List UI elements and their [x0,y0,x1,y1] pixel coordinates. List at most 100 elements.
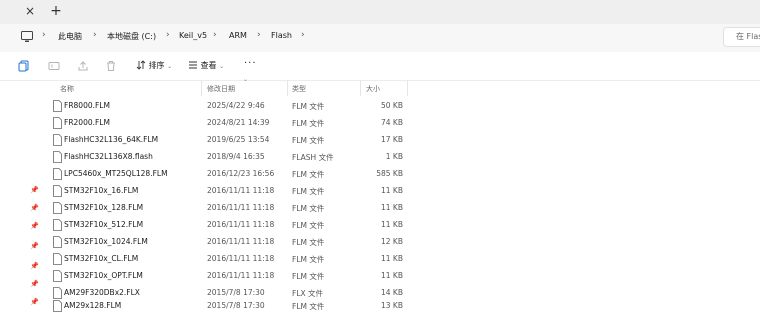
file-size: 11 KB [381,203,403,212]
list-item[interactable]: LPC5460x_MT25QL128.FLM 2016/12/23 16:56 … [0,166,760,183]
file-type: FLASH 文件 [292,153,334,162]
close-icon[interactable]: × [22,3,38,19]
file-size: 74 KB [381,118,403,127]
file-icon [53,100,62,112]
tab-bar: × + [0,0,760,24]
file-size: 17 KB [381,135,403,144]
list-item[interactable]: AM29x128.FLM 2015/7/8 17:30 FLM 文件 13 KB [0,298,760,315]
chevron-right-icon[interactable]: › [257,30,261,40]
column-divider[interactable] [360,80,361,96]
column-header-type[interactable]: 类型 [292,84,306,94]
file-name: STM32F10x_128.FLM [64,203,144,212]
list-item[interactable]: STM32F10x_CL.FLM 2016/11/11 11:18 FLM 文件… [0,251,760,268]
file-type: FLM 文件 [292,170,325,179]
share-icon[interactable] [77,60,89,72]
file-name: STM32F10x_512.FLM [64,220,144,229]
file-name: FlashHC32L136_64K.FLM [64,135,159,144]
file-date: 2016/11/11 11:18 [207,254,275,263]
rename-icon[interactable] [48,60,60,72]
file-size: 12 KB [381,237,403,246]
chevron-right-icon: › [42,30,46,40]
sort-button[interactable]: 排序 ⌄ [136,60,172,73]
sort-label: 排序 [148,61,165,70]
file-name: STM32F10x_1024.FLM [64,237,148,246]
copy-icon[interactable] [18,60,30,72]
column-divider[interactable] [287,80,288,96]
list-item[interactable]: STM32F10x_16.FLM 2016/11/11 11:18 FLM 文件… [0,183,760,200]
column-header-date[interactable]: 修改日期 [207,84,235,94]
chevron-right-icon[interactable]: › [213,30,217,40]
sort-indicator-icon: ⌄ [243,76,249,83]
sort-icon [136,60,146,70]
file-type: FLM 文件 [292,187,325,196]
list-item[interactable]: STM32F10x_128.FLM 2016/11/11 11:18 FLM 文… [0,200,760,217]
file-date: 2015/7/8 17:30 [207,301,265,310]
file-date: 2016/12/23 16:56 [207,169,275,178]
delete-icon[interactable] [105,60,117,72]
column-header-name[interactable]: 名称 [60,84,74,94]
file-icon [53,151,62,163]
chevron-down-icon: ⌄ [219,63,225,70]
file-date: 2016/11/11 11:18 [207,271,275,280]
column-divider[interactable] [407,80,408,96]
file-type: FLM 文件 [292,302,325,311]
column-divider[interactable] [201,80,202,96]
file-type: FLM 文件 [292,238,325,247]
file-name: FR2000.FLM [64,118,110,127]
list-item[interactable]: FR2000.FLM 2024/8/21 14:39 FLM 文件 74 KB [0,115,760,132]
view-icon [189,61,197,69]
file-type: FLM 文件 [292,119,325,128]
file-name: STM32F10x_CL.FLM [64,254,139,263]
file-size: 11 KB [381,186,403,195]
file-size: 13 KB [381,301,403,310]
breadcrumb-keil[interactable]: Keil_v5 [179,31,207,40]
view-label: 查看 [200,61,217,70]
breadcrumb-this-pc[interactable]: 此电脑 [58,31,82,42]
file-name: FlashHC32L136X8.flash [64,152,153,161]
file-size: 11 KB [381,271,403,280]
chevron-down-icon: ⌄ [167,63,173,70]
file-date: 2016/11/11 11:18 [207,237,275,246]
file-date: 2024/8/21 14:39 [207,118,270,127]
list-item[interactable]: STM32F10x_1024.FLM 2016/11/11 11:18 FLM … [0,234,760,251]
list-item[interactable]: FR8000.FLM 2025/4/22 9:46 FLM 文件 50 KB [0,98,760,115]
file-date: 2016/11/11 11:18 [207,186,275,195]
file-name: FR8000.FLM [64,101,110,110]
view-button[interactable]: 查看 ⌄ [188,60,224,73]
file-date: 2015/7/8 17:30 [207,288,265,297]
breadcrumb-flash[interactable]: Flash [271,31,292,40]
file-name: LPC5460x_MT25QL128.FLM [64,169,168,178]
file-icon [53,270,62,282]
list-item[interactable]: FlashHC32L136_64K.FLM 2019/6/25 13:54 FL… [0,132,760,149]
file-date: 2018/9/4 16:35 [207,152,265,161]
file-size: 11 KB [381,220,403,229]
more-options-button[interactable]: ··· [244,58,257,69]
file-type: FLM 文件 [292,255,325,264]
chevron-right-icon[interactable]: › [301,30,305,40]
chevron-right-icon[interactable]: › [166,30,170,40]
list-item[interactable]: STM32F10x_512.FLM 2016/11/11 11:18 FLM 文… [0,217,760,234]
file-date: 2016/11/11 11:18 [207,220,275,229]
breadcrumb-local-disk[interactable]: 本地磁盘 (C:) [107,31,156,42]
computer-icon[interactable] [21,31,33,43]
file-type: FLM 文件 [292,221,325,230]
file-size: 11 KB [381,254,403,263]
command-bar: 排序 ⌄ 查看 ⌄ ··· [0,52,760,81]
list-item[interactable]: STM32F10x_OPT.FLM 2016/11/11 11:18 FLM 文… [0,268,760,285]
file-size: 14 KB [381,288,403,297]
file-icon [53,253,62,265]
file-icon [53,185,62,197]
file-icon [53,202,62,214]
file-icon [53,117,62,129]
file-date: 2019/6/25 13:54 [207,135,270,144]
file-type: FLM 文件 [292,136,325,145]
chevron-right-icon[interactable]: › [93,30,97,40]
address-bar[interactable]: › 此电脑 › 本地磁盘 (C:) › Keil_v5 › ARM › Flas… [0,24,760,53]
plus-icon[interactable]: + [48,3,64,19]
search-input[interactable]: 在 Flash 中搜索 [723,27,760,47]
file-icon [53,219,62,231]
list-item[interactable]: FlashHC32L136X8.flash 2018/9/4 16:35 FLA… [0,149,760,166]
breadcrumb-arm[interactable]: ARM [229,31,247,40]
column-header-size[interactable]: 大小 [366,84,380,94]
file-type: FLM 文件 [292,272,325,281]
